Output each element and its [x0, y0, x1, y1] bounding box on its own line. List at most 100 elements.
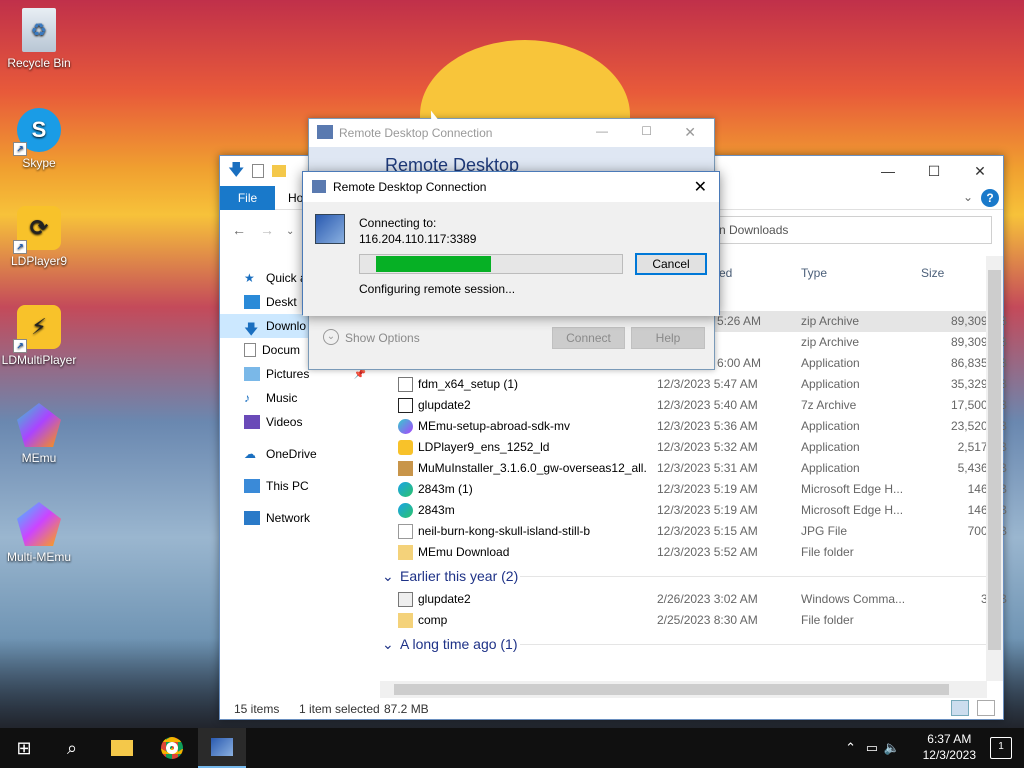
cloud-icon: ☁ [244, 447, 256, 461]
desktop-icon-label: Recycle Bin [7, 56, 71, 70]
file-row[interactable]: comp 2/25/2023 8:30 AM File folder [380, 610, 990, 631]
ldplayer-icon: ⟳ ↗ [13, 206, 61, 254]
installer-icon [398, 377, 413, 392]
search-input[interactable]: n Downloads [710, 216, 992, 244]
show-options-link[interactable]: Show Options [345, 331, 420, 345]
music-icon: ♪ [244, 391, 250, 405]
file-row[interactable]: neil-burn-kong-skull-island-still-b 12/3/… [380, 521, 1007, 542]
column-type[interactable]: Type [801, 266, 827, 280]
group-header-long-ago[interactable]: ⌄ A long time ago (1) [380, 631, 990, 657]
back-icon[interactable]: ← [232, 222, 246, 238]
rdc-main-titlebar: Remote Desktop Connection — ☐ ✕ [309, 119, 714, 147]
taskbar-remote-desktop[interactable] [198, 728, 246, 768]
folder-icon [398, 613, 413, 628]
file-row[interactable]: MEmu-setup-abroad-sdk-mv 12/3/2023 5:36 A… [380, 416, 1007, 437]
show-hidden-icons-icon[interactable]: ⌃ [845, 740, 856, 756]
sidebar-item-onedrive[interactable]: ☁ OneDrive [220, 442, 380, 466]
file-row[interactable]: MuMuInstaller_3.1.6.0_gw-overseas12_all.… [380, 458, 1007, 479]
download-arrow-icon: 🡇 [228, 162, 245, 179]
recycle-bin-shortcut[interactable]: ♻ Recycle Bin [1, 8, 77, 70]
search-button[interactable]: ⌕ [48, 728, 96, 768]
scroll-thumb[interactable] [988, 270, 1001, 650]
sidebar-item-videos[interactable]: Videos [220, 410, 380, 434]
network-status-icon[interactable]: ▭ [866, 740, 878, 756]
search-icon: ⌕ [66, 737, 78, 758]
cancel-button[interactable]: Cancel [635, 253, 707, 275]
sidebar-item-music[interactable]: ♪ Music [220, 386, 380, 410]
help-button[interactable]: Help [631, 327, 705, 349]
connection-status: Configuring remote session... [359, 282, 516, 296]
taskbar-file-explorer[interactable] [98, 728, 146, 768]
pictures-icon [244, 367, 260, 381]
ldplayer9-shortcut[interactable]: ⟳ ↗ LDPlayer9 [1, 206, 77, 268]
recycle-bin-icon: ♻ [22, 8, 56, 52]
expand-ribbon-icon[interactable]: ⌄ [963, 190, 973, 204]
notifications-button[interactable]: 1 [990, 737, 1012, 759]
item-count: 15 items [234, 702, 280, 716]
sidebar-item-network[interactable]: Network [220, 506, 380, 530]
remote-desktop-icon [317, 125, 333, 139]
maximize-button[interactable]: ☐ [641, 124, 652, 138]
close-button[interactable]: ✕ [957, 156, 1003, 186]
tiles-view-icon[interactable] [977, 700, 995, 716]
memu-shortcut[interactable]: MEmu [1, 403, 77, 465]
start-button[interactable]: ⊞ [0, 728, 48, 768]
horizontal-scrollbar[interactable] [380, 681, 987, 698]
recent-chevron-icon[interactable]: ⌄ [286, 226, 294, 237]
properties-icon[interactable] [252, 164, 264, 178]
minimize-button[interactable]: — [596, 124, 608, 138]
image-file-icon [398, 524, 413, 539]
taskbar-chrome[interactable] [148, 728, 196, 768]
ldplayer-app-icon [398, 440, 413, 455]
ldmultiplayer-icon: ⚡ ↗ [13, 305, 61, 353]
file-row[interactable]: glupdate2 2/26/2023 3:02 AM Windows Comma.… [380, 589, 1007, 610]
group-header-earlier[interactable]: ⌄ Earlier this year (2) [380, 563, 990, 589]
windows-logo-icon: ⊞ [16, 737, 32, 758]
multi-memu-shortcut[interactable]: Multi-MEmu [1, 502, 77, 564]
clock-date: 12/3/2023 [922, 748, 976, 762]
close-button[interactable]: ✕ [694, 177, 707, 197]
file-tab[interactable]: File [220, 186, 275, 210]
maximize-button[interactable]: ☐ [911, 156, 957, 186]
star-icon: ★ [244, 271, 255, 285]
system-clock[interactable]: 6:37 AM 12/3/2023 [923, 731, 976, 763]
selection-count: 1 item selected [299, 702, 380, 716]
file-row[interactable]: glupdate2 12/3/2023 5:40 AM 7z Archive 17,5… [380, 395, 1007, 416]
package-icon [398, 461, 413, 476]
help-icon[interactable]: ? [981, 189, 999, 207]
remote-desktop-icon [312, 180, 326, 193]
file-row[interactable]: fdm_x64_setup (1) 12/3/2023 5:47 AM Applic… [380, 374, 1007, 395]
chevron-down-icon: ⌄ [382, 636, 394, 652]
sidebar-item-this-pc[interactable]: This PC [220, 474, 380, 498]
vertical-scrollbar[interactable] [986, 256, 1003, 681]
ldmultiplayer-shortcut[interactable]: ⚡ ↗ LDMultiPlayer [1, 305, 77, 367]
computer-icon [244, 479, 260, 493]
close-button[interactable]: ✕ [684, 124, 696, 141]
connection-progress-bar [359, 254, 623, 274]
7z-archive-icon [398, 398, 413, 413]
download-icon: 🡇 [244, 321, 259, 337]
file-row[interactable]: 2843m (1) 12/3/2023 5:19 AM Microsoft Edge… [380, 479, 1007, 500]
scroll-thumb[interactable] [394, 684, 949, 695]
pin-icon[interactable]: 📌 [354, 369, 366, 380]
remote-computer-icon [315, 214, 345, 244]
file-row[interactable]: LDPlayer9_ens_1252_ld 12/3/2023 5:32 AM Ap… [380, 437, 1007, 458]
column-size[interactable]: Size [921, 266, 944, 280]
memu-icon [17, 403, 61, 447]
rdc-main-footer: ⌄ Show Options Connect Help [309, 313, 714, 369]
chevron-down-icon[interactable]: ⌄ [323, 329, 339, 345]
details-view-icon[interactable] [951, 700, 969, 716]
folder-icon[interactable] [272, 165, 286, 177]
skype-shortcut[interactable]: S ↗ Skype [1, 108, 77, 170]
column-date-modified[interactable]: ed [719, 266, 732, 280]
file-row[interactable]: MEmu Download 12/3/2023 5:52 AM File folde… [380, 542, 990, 563]
connect-button[interactable]: Connect [552, 327, 625, 349]
minimize-button[interactable]: — [865, 156, 911, 186]
forward-icon[interactable]: → [260, 222, 274, 238]
remote-address: 116.204.110.117:3389 [359, 232, 477, 246]
volume-muted-icon[interactable]: 🔈 [884, 740, 900, 756]
file-row[interactable]: 2843m 12/3/2023 5:19 AM Microsoft Edge H..… [380, 500, 1007, 521]
progress-fill [376, 256, 491, 272]
remote-desktop-icon [211, 738, 233, 756]
command-script-icon [398, 592, 413, 607]
